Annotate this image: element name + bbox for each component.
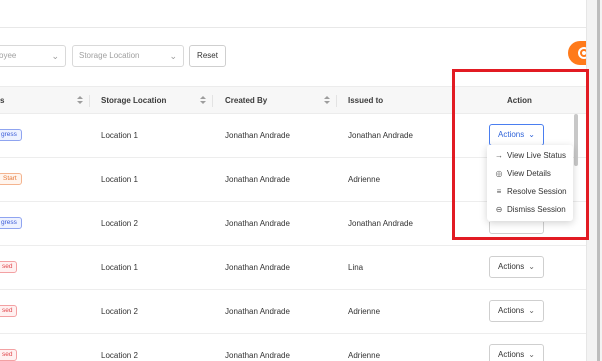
status-badge: gress bbox=[0, 129, 22, 141]
storage-location-filter-placeholder: Storage Location bbox=[79, 51, 140, 60]
status-badge: Start bbox=[0, 173, 22, 185]
chevron-down-icon: ⌄ bbox=[169, 51, 177, 61]
employee-filter-placeholder: oyee bbox=[0, 51, 17, 60]
top-bar bbox=[0, 0, 586, 28]
actions-button-label: Actions bbox=[498, 306, 525, 315]
storage-location-filter-select[interactable]: Storage Location ⌄ bbox=[72, 45, 184, 67]
actions-button-label: Actions bbox=[498, 350, 525, 359]
chevron-down-icon: ⌄ bbox=[528, 350, 535, 359]
column-divider bbox=[212, 95, 213, 107]
created-by-cell: Jonathan Andrade bbox=[225, 131, 290, 140]
issued-to-cell: Jonathan Andrade bbox=[348, 131, 413, 140]
status-badge: sed bbox=[0, 349, 18, 361]
storage-location-cell: Location 1 bbox=[101, 131, 138, 140]
storage-location-cell: Location 2 bbox=[101, 219, 138, 228]
created-by-cell: Jonathan Andrade bbox=[225, 351, 290, 360]
column-header-storage-location: Storage Location bbox=[101, 96, 167, 105]
chevron-down-icon: ⌄ bbox=[51, 51, 59, 61]
reset-button[interactable]: Reset bbox=[189, 45, 226, 67]
chevron-down-icon: ⌄ bbox=[528, 262, 535, 271]
sort-icon[interactable] bbox=[200, 96, 206, 106]
actions-button-label: Actions bbox=[498, 262, 525, 271]
actions-button[interactable]: Actions ⌄ bbox=[489, 300, 544, 322]
table-row: sed Location 2 Jonathan Andrade Adrienne… bbox=[0, 334, 586, 361]
column-header-issued-to: Issued to bbox=[348, 96, 384, 105]
status-badge: gress bbox=[0, 217, 22, 229]
chevron-down-icon: ⌄ bbox=[528, 306, 535, 315]
status-badge: sed bbox=[0, 261, 18, 273]
employee-filter-select[interactable]: oyee ⌄ bbox=[0, 45, 66, 67]
column-divider bbox=[89, 95, 90, 107]
issued-to-cell: Lina bbox=[348, 263, 364, 272]
storage-location-cell: Location 1 bbox=[101, 263, 138, 272]
storage-location-cell: Location 1 bbox=[101, 175, 138, 184]
created-by-cell: Jonathan Andrade bbox=[225, 307, 290, 316]
table-row: sed Location 2 Jonathan Andrade Adrienne… bbox=[0, 290, 586, 334]
column-header-created-by: Created By bbox=[225, 96, 268, 105]
sort-icon[interactable] bbox=[77, 96, 83, 106]
highlight-box bbox=[452, 69, 589, 240]
actions-button[interactable]: Actions ⌄ bbox=[489, 256, 544, 278]
actions-button[interactable]: Actions ⌄ bbox=[489, 344, 544, 361]
column-header-status: s bbox=[0, 96, 5, 105]
issued-to-cell: Jonathan Andrade bbox=[348, 219, 413, 228]
storage-location-cell: Location 2 bbox=[101, 351, 138, 360]
created-by-cell: Jonathan Andrade bbox=[225, 263, 290, 272]
column-divider bbox=[336, 95, 337, 107]
issued-to-cell: Adrienne bbox=[348, 307, 381, 316]
issued-to-cell: Adrienne bbox=[348, 175, 381, 184]
created-by-cell: Jonathan Andrade bbox=[225, 175, 290, 184]
created-by-cell: Jonathan Andrade bbox=[225, 219, 290, 228]
sort-icon[interactable] bbox=[324, 96, 330, 106]
issued-to-cell: Adrienne bbox=[348, 351, 381, 360]
storage-location-cell: Location 2 bbox=[101, 307, 138, 316]
page-scrollbar[interactable] bbox=[597, 0, 600, 361]
table-row: sed Location 1 Jonathan Andrade Lina Act… bbox=[0, 246, 586, 290]
status-badge: sed bbox=[0, 305, 18, 317]
